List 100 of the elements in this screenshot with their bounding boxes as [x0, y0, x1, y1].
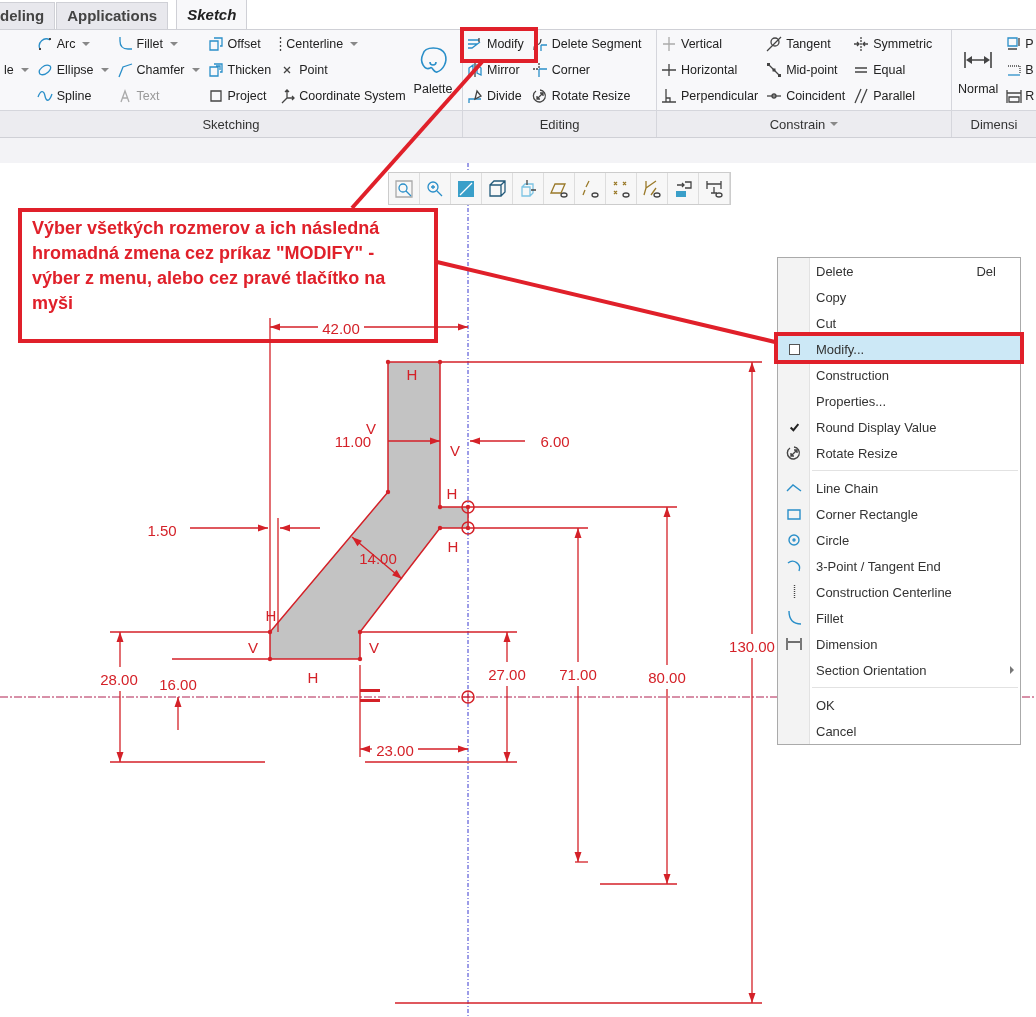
ribbon-button[interactable]: Mirror	[465, 57, 526, 84]
axes-icon	[279, 88, 296, 105]
ribbon-button[interactable]: Offset	[205, 31, 274, 58]
axes-eye-icon	[642, 178, 662, 199]
cube-icon	[487, 178, 507, 199]
ribbon-button[interactable]: Thicken	[205, 57, 274, 84]
ribbon-button[interactable]: Project	[205, 83, 274, 110]
ribbon-button[interactable]: B	[1004, 57, 1036, 84]
ribbon-button[interactable]: Parallel	[851, 83, 935, 110]
dimension-value[interactable]: 42.00	[322, 319, 360, 337]
perpendicular-icon	[661, 88, 677, 105]
dimension-value[interactable]: 6.00	[540, 432, 570, 450]
square-icon	[207, 88, 224, 105]
ribbon-button[interactable]: Corner	[529, 57, 644, 84]
equal-constraint-icon	[360, 689, 380, 702]
point-marker[interactable]	[461, 521, 475, 535]
dimension-eye-icon	[704, 178, 724, 199]
ribbon-button[interactable]: Centerline	[277, 31, 408, 58]
constraint-label: H	[447, 537, 459, 555]
dimension-line[interactable]	[387, 437, 441, 445]
ribbon-button[interactable]: Equal	[851, 57, 935, 84]
dimension-value[interactable]: 16.00	[159, 675, 197, 693]
ribbon-button[interactable]: le	[2, 57, 31, 84]
thicken-icon	[207, 62, 224, 79]
ribbon-button[interactable]: Spline	[34, 83, 111, 110]
menu-item[interactable]: Cancel	[778, 718, 1020, 744]
dimension-value[interactable]: 1.50	[147, 521, 177, 539]
ribbon-button[interactable]: Symmetric	[851, 31, 935, 58]
dashed-line-icon	[792, 584, 796, 600]
tangent-icon	[766, 36, 783, 53]
menu-item[interactable]: Cut	[778, 310, 1020, 336]
shaded-square-icon	[456, 178, 476, 199]
menu-item[interactable]: Section Orientation	[778, 657, 1020, 683]
menu-item[interactable]: Circle	[778, 527, 1020, 553]
menu-item[interactable]: Copy	[778, 284, 1020, 310]
divide-icon	[467, 88, 483, 105]
plus-icon	[661, 62, 677, 79]
ribbon-button[interactable]: Ellipse	[34, 57, 111, 84]
dimension-line[interactable]	[189, 517, 321, 633]
ribbon-button[interactable]: Modify	[465, 31, 526, 58]
ref-icon	[1006, 88, 1023, 105]
dimension-value[interactable]: 130.00	[729, 637, 775, 655]
delete-segment-icon	[531, 36, 548, 53]
dimension-value[interactable]: 28.00	[100, 670, 138, 688]
dimension-value[interactable]: 23.00	[376, 741, 414, 759]
checkbox[interactable]	[788, 343, 800, 355]
ribbon-button[interactable]: R	[1004, 83, 1036, 110]
ribbon-button[interactable]: Coordinate System	[277, 83, 408, 110]
dimension-value[interactable]: 71.00	[559, 665, 597, 683]
ribbon-button[interactable]: Palette	[411, 44, 455, 97]
dimension-line[interactable]	[359, 664, 469, 758]
ribbon-button[interactable]: Fillet	[114, 31, 202, 58]
ribbon-button[interactable]: Normal	[956, 44, 1001, 97]
ribbon-tab[interactable]: Sketch	[176, 0, 248, 29]
dimension-value[interactable]: 27.00	[488, 665, 526, 683]
menu-item[interactable]: Delete Del	[778, 258, 1020, 284]
menu-item[interactable]: Construction	[778, 362, 1020, 388]
plus-icon	[661, 36, 677, 53]
ribbon-button[interactable]: Tangent	[764, 31, 848, 58]
sketch-profile[interactable]	[267, 359, 471, 662]
fillet-icon	[116, 36, 133, 53]
checkbox[interactable]	[788, 421, 800, 433]
dimension-line[interactable]	[469, 437, 526, 445]
menu-item[interactable]: Properties...	[778, 388, 1020, 414]
menu-item[interactable]: Line Chain	[778, 475, 1020, 501]
ribbon-button[interactable]: Divide	[465, 83, 526, 110]
menu-item[interactable]: Rotate Resize	[778, 440, 1020, 466]
point-marker[interactable]	[461, 500, 475, 514]
ribbon-button[interactable]: Vertical	[659, 31, 761, 58]
menu-item[interactable]: Corner Rectangle	[778, 501, 1020, 527]
ribbon-button[interactable]: Chamfer	[114, 57, 202, 84]
caret-icon[interactable]	[830, 122, 839, 127]
ribbon-button[interactable]: Point	[277, 57, 408, 84]
menu-item[interactable]: Round Display Value	[778, 414, 1020, 440]
ribbon-button[interactable]: Horizontal	[659, 57, 761, 84]
zoom-in-icon	[425, 178, 445, 199]
shortcut-label: Del	[976, 263, 996, 279]
ribbon-button[interactable]: Mid-point	[764, 57, 848, 84]
ribbon-button[interactable]: Arc	[34, 31, 111, 58]
ribbon-tab[interactable]: deling	[0, 2, 56, 29]
menu-item[interactable]: Dimension	[778, 631, 1020, 657]
ribbon-button[interactable]: Coincident	[764, 83, 848, 110]
dimension-value[interactable]: 80.00	[648, 668, 686, 686]
menu-item[interactable]: 3-Point / Tangent End	[778, 553, 1020, 579]
constraint-label: H	[446, 484, 458, 502]
menu-item[interactable]: Fillet	[778, 605, 1020, 631]
dashed-line-icon	[279, 36, 283, 53]
corner-icon	[531, 62, 548, 79]
rectangle-icon	[786, 506, 802, 522]
ribbon-button[interactable]: P	[1004, 31, 1036, 58]
ribbon-button[interactable]: Rotate Resize	[529, 83, 644, 110]
ribbon-button[interactable]: Delete Segment	[529, 31, 644, 58]
menu-item[interactable]: Construction Centerline	[778, 579, 1020, 605]
ribbon-tab[interactable]: Applications	[56, 2, 169, 29]
menu-item[interactable]: Modify...	[778, 336, 1020, 362]
menu-item[interactable]: OK	[778, 692, 1020, 718]
slash-eye-icon	[580, 178, 600, 199]
ribbon-button[interactable]: Perpendicular	[659, 83, 761, 110]
box-icon	[1006, 36, 1023, 53]
offset-icon	[207, 36, 224, 53]
